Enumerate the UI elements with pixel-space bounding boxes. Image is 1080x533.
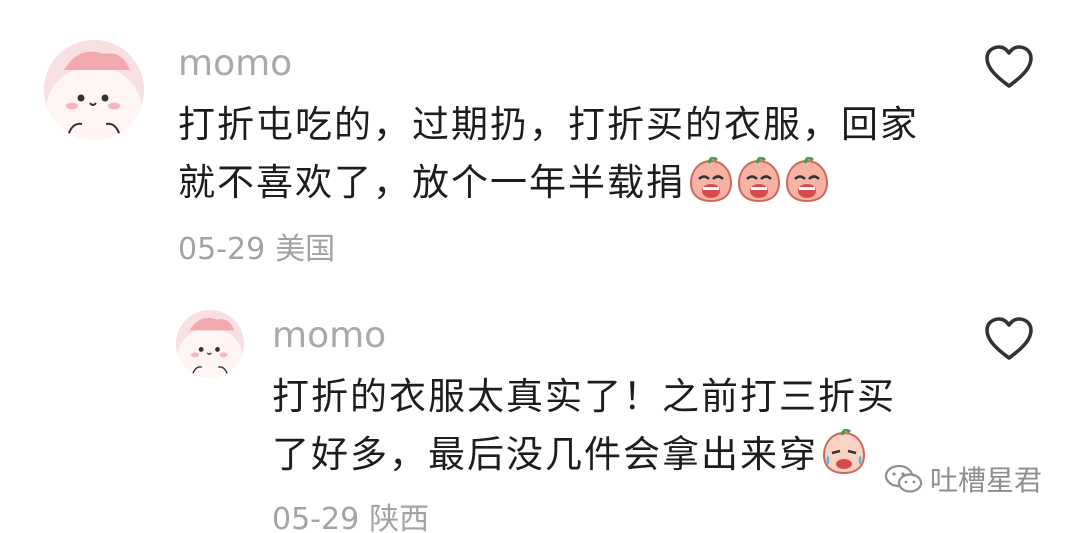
comment-line: 了好多，最后没几件会拿出来穿 (272, 426, 896, 484)
watermark: 吐槽星君 (884, 459, 1042, 499)
comment-thread: momo 打折屯吃的，过期扔，打折买的衣服，回家 就不喜欢了，放个一年半载捐 0… (0, 0, 1080, 533)
wechat-icon (884, 463, 924, 495)
comment-line: 就不喜欢了，放个一年半载捐 (178, 154, 919, 212)
avatar-icon (44, 40, 144, 140)
like-heart-icon[interactable] (984, 44, 1034, 90)
comment-line-text: 就不喜欢了，放个一年半载捐 (178, 161, 685, 204)
crying-face-emoji-icon (689, 157, 733, 203)
crying-face-emoji-icon (737, 157, 781, 203)
username[interactable]: momo (178, 42, 292, 86)
comment-line: 打折屯吃的，过期扔，打折买的衣服，回家 (178, 103, 919, 146)
comment-date: 05-29 (272, 502, 360, 533)
username[interactable]: momo (272, 314, 386, 358)
like-heart-icon[interactable] (984, 316, 1034, 362)
avatar[interactable] (176, 310, 244, 378)
comment-region: 美国 (275, 232, 336, 267)
sweating-face-emoji-icon (822, 429, 866, 475)
comment-meta: 05-29 美国 (178, 230, 335, 270)
watermark-text: 吐槽星君 (929, 464, 1042, 497)
crying-face-emoji-icon (785, 157, 829, 203)
comment-line: 打折的衣服太真实了！之前打三折买 (272, 375, 896, 418)
comment-text: 打折屯吃的，过期扔，打折买的衣服，回家 就不喜欢了，放个一年半载捐 (178, 96, 919, 212)
avatar-icon (176, 310, 244, 378)
comment-meta: 05-29 陕西 (272, 500, 429, 533)
comment-region: 陕西 (369, 502, 430, 533)
comment-line-text: 了好多，最后没几件会拿出来穿 (272, 433, 818, 476)
avatar[interactable] (44, 40, 144, 140)
comment-text: 打折的衣服太真实了！之前打三折买 了好多，最后没几件会拿出来穿 (272, 368, 896, 484)
comment-date: 05-29 (178, 232, 266, 267)
